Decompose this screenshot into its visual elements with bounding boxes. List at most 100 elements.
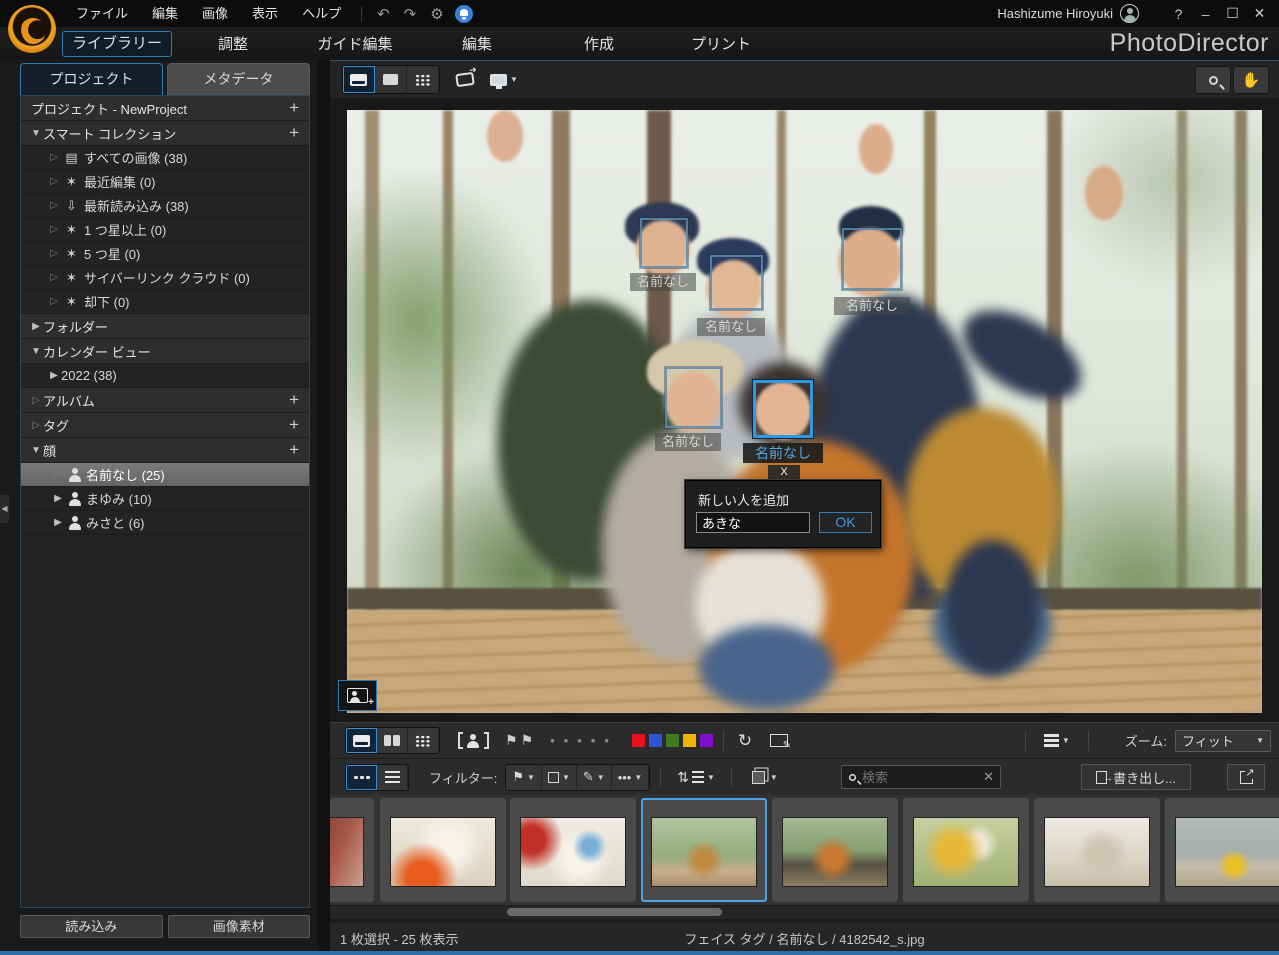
tree-item-recently-edited[interactable]: ▷ ✶ 最近編集 (0): [21, 170, 309, 194]
face-label-2[interactable]: 名前なし: [697, 318, 765, 336]
tree-item-unnamed-faces[interactable]: ▷ 名前なし (25): [21, 463, 309, 487]
tree-item-misato[interactable]: ▶ みさと (6): [21, 511, 309, 535]
star-rating-control[interactable]: •••••: [550, 733, 618, 748]
clear-search-icon[interactable]: ✕: [983, 769, 994, 785]
face-label-3[interactable]: 名前なし: [834, 297, 910, 315]
rotate-photo-button[interactable]: [456, 73, 474, 86]
close-button[interactable]: ✕: [1246, 5, 1273, 22]
flag-reject-icon[interactable]: ⚑: [521, 732, 535, 749]
edit-photo-icon[interactable]: [770, 734, 788, 747]
filter-more-button[interactable]: ••• ▼: [612, 765, 650, 790]
tree-item-2022[interactable]: ▶ 2022 (38): [21, 364, 309, 388]
tree-item-mayumi[interactable]: ▶ まゆみ (10): [21, 487, 309, 511]
expand-icon[interactable]: ▶: [51, 517, 65, 528]
add-tag-icon[interactable]: +: [289, 415, 299, 435]
face-box-4[interactable]: [665, 367, 722, 428]
gear-icon[interactable]: ⚙: [423, 5, 450, 23]
tree-item-all-images[interactable]: ▷ ▤ すべての画像 (38): [21, 146, 309, 170]
thumbnail-2[interactable]: [380, 798, 506, 902]
thumbnail-4-selected[interactable]: [641, 798, 767, 902]
expand-icon[interactable]: ▶: [51, 493, 65, 504]
tab-guided-edit[interactable]: ガイド編集: [294, 33, 416, 54]
redo-icon[interactable]: ↷: [397, 5, 424, 23]
tree-item-rejected[interactable]: ▷ ✶ 却下 (0): [21, 290, 309, 314]
tab-print[interactable]: プリント: [660, 33, 782, 54]
tab-project[interactable]: プロジェクト: [20, 63, 163, 95]
expand-icon[interactable]: ▷: [47, 248, 61, 259]
menu-image[interactable]: 画像: [190, 0, 240, 27]
add-project-icon[interactable]: +: [289, 98, 299, 118]
tab-adjust[interactable]: 調整: [172, 33, 294, 54]
notification-bell-icon[interactable]: [455, 5, 473, 23]
tree-item-cyberlink-cloud[interactable]: ▷ ✶ サイバーリンク クラウド (0): [21, 266, 309, 290]
search-box[interactable]: ✕: [841, 765, 1001, 789]
ok-button[interactable]: OK: [819, 512, 872, 533]
color-label-red[interactable]: [632, 734, 645, 747]
filter-color-button[interactable]: ▼: [542, 765, 577, 790]
tab-library[interactable]: ライブラリー: [62, 31, 172, 57]
face-box-1[interactable]: [640, 218, 688, 268]
thumbnail-6[interactable]: [903, 798, 1029, 902]
secondary-display-button[interactable]: ▼: [490, 74, 518, 86]
color-label-blue[interactable]: [649, 734, 662, 747]
info-list-button[interactable]: ▼: [1036, 730, 1078, 751]
expand-icon[interactable]: ▷: [47, 296, 61, 307]
zoom-tool-button[interactable]: [1195, 66, 1231, 94]
open-external-button[interactable]: [1227, 764, 1265, 790]
expand-icon[interactable]: ▷: [47, 272, 61, 283]
face-label-5-selected[interactable]: 名前なし: [743, 443, 823, 463]
tags-header[interactable]: ▷ タグ +: [21, 413, 309, 438]
expand-icon[interactable]: ▶: [47, 370, 61, 381]
sort-button[interactable]: ⇅ ▼: [671, 765, 721, 790]
thumbnail-1[interactable]: [330, 798, 374, 902]
compare-mode-button[interactable]: [377, 728, 408, 753]
add-album-icon[interactable]: +: [289, 390, 299, 410]
viewer-mode-single-button[interactable]: [343, 66, 375, 93]
face-box-2[interactable]: [710, 255, 763, 310]
expand-icon[interactable]: ▷: [47, 200, 61, 211]
single-photo-mode-button[interactable]: [346, 728, 377, 753]
import-button[interactable]: 読み込み: [20, 915, 163, 938]
expand-icon[interactable]: ▷: [29, 395, 43, 406]
expand-icon[interactable]: ▷: [51, 469, 65, 480]
add-face-tag-button[interactable]: [338, 680, 377, 711]
menu-edit[interactable]: 編集: [140, 0, 190, 27]
filter-flags-button[interactable]: ⚑ ▼: [506, 765, 542, 790]
grid-mode-button[interactable]: [408, 728, 439, 753]
tab-edit[interactable]: 編集: [416, 33, 538, 54]
add-face-icon[interactable]: +: [289, 440, 299, 460]
thumbnail-8[interactable]: [1165, 798, 1279, 902]
albums-header[interactable]: ▷ アルバム +: [21, 388, 309, 413]
expand-icon[interactable]: ▷: [29, 420, 43, 431]
search-input[interactable]: [862, 770, 972, 785]
avatar[interactable]: [1120, 4, 1139, 23]
list-view-button[interactable]: [377, 765, 408, 790]
pan-tool-button[interactable]: ✋: [1233, 66, 1269, 94]
tree-item-one-star-up[interactable]: ▷ ✶ 1 つ星以上 (0): [21, 218, 309, 242]
stack-button[interactable]: ▼: [742, 765, 784, 790]
menu-view[interactable]: 表示: [240, 0, 290, 27]
tab-create[interactable]: 作成: [538, 33, 660, 54]
expand-icon[interactable]: ▶: [29, 321, 43, 332]
image-materials-button[interactable]: 画像素材: [168, 915, 311, 938]
scrollbar-thumb[interactable]: [507, 908, 722, 916]
rotate-icon[interactable]: ↻: [738, 731, 752, 751]
add-smart-collection-icon[interactable]: +: [289, 123, 299, 143]
flag-pick-icon[interactable]: ⚑: [505, 732, 519, 749]
sidebar-collapse-handle[interactable]: ◀: [0, 495, 9, 523]
faces-header[interactable]: ▼ 顔 +: [21, 438, 309, 463]
menu-help[interactable]: ヘルプ: [290, 0, 353, 27]
maximize-button[interactable]: ☐: [1219, 5, 1246, 22]
face-tag-mode-button[interactable]: [458, 732, 489, 749]
project-header-row[interactable]: プロジェクト - NewProject +: [21, 96, 309, 121]
tree-item-five-star[interactable]: ▷ ✶ 5 つ星 (0): [21, 242, 309, 266]
expand-icon[interactable]: ▼: [29, 445, 43, 456]
expand-icon[interactable]: ▷: [47, 176, 61, 187]
filmstrip-scrollbar[interactable]: [330, 906, 1279, 919]
viewer-mode-photo-only-button[interactable]: [375, 66, 407, 93]
expand-icon[interactable]: ▼: [29, 128, 43, 139]
tree-item-latest-import[interactable]: ▷ ⇩ 最新読み込み (38): [21, 194, 309, 218]
color-label-yellow[interactable]: [683, 734, 696, 747]
folders-header[interactable]: ▶ フォルダー: [21, 314, 309, 339]
expand-icon[interactable]: ▷: [47, 224, 61, 235]
